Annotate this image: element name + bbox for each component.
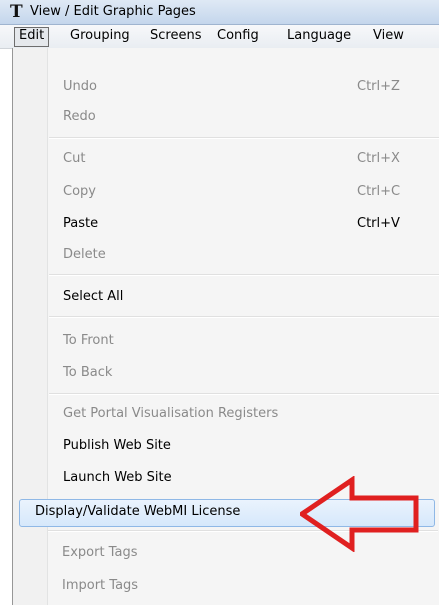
menu-item-publish-web-site[interactable]: Publish Web Site <box>13 432 439 462</box>
menu-item-delete[interactable]: Delete <box>13 241 439 271</box>
menu-item-label: Publish Web Site <box>63 438 171 453</box>
menu-item-label: Cut <box>63 151 86 166</box>
menu-item-label: To Back <box>63 365 113 380</box>
menu-item-webmi-license-label: Display/Validate WebMI License <box>35 504 241 519</box>
menu-item-label: To Front <box>63 333 114 348</box>
menu-item-undo[interactable]: Undo Ctrl+Z <box>13 73 439 103</box>
menu-bar: Edit Grouping Screens Config Language Vi… <box>0 25 439 49</box>
menu-item-select-all[interactable]: Select All <box>13 283 439 313</box>
menu-separator <box>49 316 439 318</box>
menu-item-label: Delete <box>63 247 106 262</box>
menu-separator <box>49 137 439 139</box>
red-arrow-annotation <box>300 476 419 552</box>
menu-item-label: Paste <box>63 216 99 231</box>
menu-edit[interactable]: Edit <box>14 27 50 47</box>
menu-item-portal-registers[interactable]: Get Portal Visualisation Registers <box>13 400 439 430</box>
menu-item-paste[interactable]: Paste Ctrl+V <box>13 210 439 240</box>
menu-item-to-back[interactable]: To Back <box>13 359 439 389</box>
menu-language[interactable]: Language <box>283 27 355 45</box>
window-title: View / Edit Graphic Pages <box>30 4 196 19</box>
menu-item-copy[interactable]: Copy Ctrl+C <box>13 178 439 208</box>
menu-item-label: Undo <box>63 79 97 94</box>
menu-item-shortcut: Ctrl+Z <box>357 79 400 94</box>
menu-item-label: Get Portal Visualisation Registers <box>63 406 279 421</box>
menu-item-label: Select All <box>63 289 124 304</box>
menu-screens[interactable]: Screens <box>146 27 205 45</box>
menu-item-shortcut: Ctrl+V <box>357 216 400 231</box>
menu-item-label: Redo <box>63 109 96 124</box>
title-bar: T View / Edit Graphic Pages <box>0 0 439 25</box>
app-icon: T <box>10 2 23 22</box>
menu-separator <box>49 274 439 276</box>
menu-item-redo[interactable]: Redo <box>13 103 439 133</box>
menu-separator <box>49 393 439 395</box>
menu-item-to-front[interactable]: To Front <box>13 327 439 357</box>
menu-item-label: Copy <box>63 184 96 199</box>
menu-item-shortcut: Ctrl+X <box>357 151 400 166</box>
menu-item-cut[interactable]: Cut Ctrl+X <box>13 145 439 175</box>
menu-item-label: Launch Web Site <box>63 470 172 485</box>
menu-grouping[interactable]: Grouping <box>66 27 134 45</box>
menu-view[interactable]: View <box>369 27 408 45</box>
menu-item-shortcut: Ctrl+C <box>357 184 401 199</box>
menu-config[interactable]: Config <box>213 27 263 45</box>
